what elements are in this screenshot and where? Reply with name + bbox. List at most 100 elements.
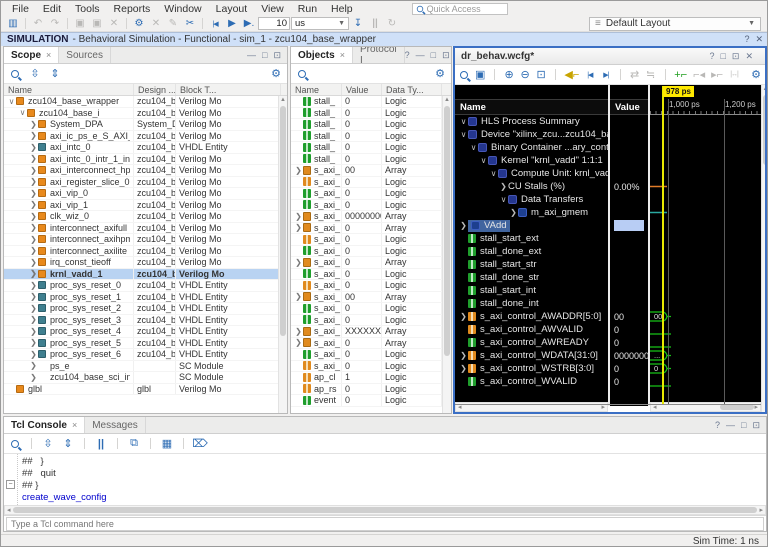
wave-signal-row[interactable]: stall_start_str — [455, 258, 608, 271]
expander-icon[interactable]: ❯ — [29, 350, 38, 359]
float-icon[interactable]: ⊡ — [732, 51, 740, 62]
float-icon[interactable]: ⊡ — [442, 50, 450, 61]
minimize-icon[interactable]: — — [726, 420, 735, 430]
objects-row[interactable]: stall_0Logic — [291, 119, 451, 131]
maximize-icon[interactable]: □ — [431, 50, 436, 60]
wave-cursor[interactable] — [662, 86, 664, 404]
objects-row[interactable]: ❯s_axi_XXXXXXXXArray — [291, 326, 451, 338]
scope-row[interactable]: ❯axi_vip_0zcu104_baVerilog Mo — [4, 188, 287, 200]
minimize-icon[interactable]: — — [416, 50, 425, 60]
column-header-1[interactable]: Value — [342, 84, 382, 95]
col-separator[interactable] — [648, 85, 650, 406]
close-icon[interactable]: × — [72, 420, 77, 430]
wave-signal-row[interactable]: ❯VAdd — [455, 219, 608, 232]
scope-row[interactable]: ❯interconnect_axihpm0fpzcu104_baVerilog … — [4, 234, 287, 246]
pause-icon[interactable]: || — [367, 17, 383, 31]
tab-objects[interactable]: Objects× — [291, 47, 353, 63]
expander-icon[interactable]: ❯ — [29, 223, 38, 232]
scope-row[interactable]: ❯proc_sys_reset_2zcu104_baVHDL Entity — [4, 303, 287, 315]
objects-row[interactable]: ❯s_axi_0Array — [291, 257, 451, 269]
expander-icon[interactable]: ∨ — [459, 117, 468, 126]
save-wave-config-icon[interactable]: ▣ — [475, 68, 485, 82]
expander-icon[interactable]: ❯ — [29, 292, 38, 301]
menu-layout[interactable]: Layout — [209, 3, 255, 15]
scope-row[interactable]: ❯krnl_vadd_1zcu104_baVerilog Mo — [4, 269, 287, 281]
expander-icon[interactable]: ❯ — [459, 351, 468, 360]
col-separator[interactable] — [608, 85, 610, 406]
close-icon[interactable]: ✕ — [106, 17, 122, 31]
help-icon[interactable]: ? — [405, 50, 410, 60]
expander-icon[interactable]: ❯ — [29, 235, 38, 244]
expander-icon[interactable]: ❯ — [29, 327, 38, 336]
wave-signal-row[interactable]: ❯s_axi_control_WSTRB[3:0] — [455, 362, 608, 375]
float-icon[interactable]: ⊡ — [273, 50, 281, 61]
expander-icon[interactable]: ∨ — [489, 169, 498, 178]
tcl-hscrollbar[interactable]: ◂ ▸ — [4, 505, 766, 515]
objects-row[interactable]: s_axi_0Logic — [291, 177, 451, 189]
relaunch-icon[interactable]: ↻ — [384, 17, 400, 31]
maximize-icon[interactable]: □ — [262, 50, 267, 60]
expander-icon[interactable]: ❯ — [29, 143, 38, 152]
column-header-2[interactable]: Block T... — [176, 84, 281, 95]
tab-scope[interactable]: Scope× — [4, 47, 59, 63]
wave-signal-row[interactable]: s_axi_control_AWVALID — [455, 323, 608, 336]
column-header-2[interactable]: Data Ty... — [382, 84, 442, 95]
run-time-input[interactable] — [258, 17, 290, 30]
scope-vscrollbar[interactable]: ▲ — [278, 96, 287, 413]
back-icon[interactable]: ↶ — [30, 17, 46, 31]
scope-row[interactable]: ❯ps_eSC Module — [4, 361, 287, 373]
step-icon[interactable]: ↧ — [350, 17, 366, 31]
objects-row[interactable]: stall_0Logic — [291, 108, 451, 120]
close-icon[interactable]: ✕ — [755, 34, 763, 45]
search-icon[interactable] — [295, 67, 309, 81]
scope-row[interactable]: ❯irq_const_tieoffzcu104_baVerilog Mo — [4, 257, 287, 269]
expander-icon[interactable]: ❯ — [29, 120, 38, 129]
objects-row[interactable]: ❯s_axi_00Array — [291, 165, 451, 177]
expander-icon[interactable]: ∨ — [499, 195, 508, 204]
expander-icon[interactable]: ❯ — [29, 338, 38, 347]
wave-trace-row[interactable] — [650, 219, 761, 232]
wave-trace-row[interactable] — [650, 323, 761, 336]
close-icon[interactable]: × — [46, 50, 51, 60]
wave-trace-row[interactable] — [650, 297, 761, 310]
expander-icon[interactable]: ❯ — [29, 315, 38, 324]
menu-window[interactable]: Window — [157, 3, 208, 15]
expander-icon[interactable]: ∨ — [18, 108, 27, 117]
objects-row[interactable]: ❯s_axi_0Array — [291, 338, 451, 350]
expander-icon[interactable]: ∨ — [469, 143, 478, 152]
wave-trace-row[interactable] — [650, 375, 761, 388]
objects-row[interactable]: s_axi_0Logic — [291, 361, 451, 373]
wave-signal-row[interactable]: ❯CU Stalls (%) — [455, 180, 608, 193]
wave-signal-row[interactable]: ❯s_axi_control_WDATA[31:0] — [455, 349, 608, 362]
add-marker-icon[interactable]: +⌐ — [674, 68, 687, 82]
scope-row[interactable]: ❯proc_sys_reset_6zcu104_baVHDL Entity — [4, 349, 287, 361]
expander-icon[interactable]: ❯ — [499, 182, 508, 191]
scroll-left-icon[interactable]: ◂ — [7, 506, 11, 514]
wave-trace-row[interactable] — [650, 167, 761, 180]
wave-signal-row[interactable]: ❯s_axi_control_AWADDR[5:0] — [455, 310, 608, 323]
open-recent-icon[interactable]: ▥ — [5, 17, 21, 31]
wave-signal-row[interactable]: s_axi_control_AWREADY — [455, 336, 608, 349]
previous-marker-icon[interactable]: ⌐◂ — [693, 68, 705, 82]
time-unit-select[interactable]: us ▼ — [291, 17, 349, 30]
wave-signal-row[interactable]: stall_start_int — [455, 284, 608, 297]
expander-icon[interactable]: ❯ — [459, 221, 468, 230]
expander-icon[interactable]: ❯ — [29, 373, 38, 382]
expander-icon[interactable]: ❯ — [29, 166, 38, 175]
objects-row[interactable]: event0Logic — [291, 395, 451, 407]
expand-all-icon[interactable]: ⇕ — [61, 437, 75, 451]
objects-row[interactable]: s_axi_0Logic — [291, 246, 451, 258]
scope-row[interactable]: ❯interconnect_axifullzcu104_baVerilog Mo — [4, 223, 287, 235]
scope-row[interactable]: ❯clk_wiz_0zcu104_baVerilog Mo — [4, 211, 287, 223]
expander-icon[interactable]: ❯ — [294, 338, 303, 347]
maximize-icon[interactable]: □ — [720, 51, 725, 61]
expander-icon[interactable]: ∨ — [7, 97, 16, 106]
pause-output-icon[interactable]: || — [94, 437, 108, 451]
expander-icon[interactable]: ❯ — [509, 208, 518, 217]
objects-row[interactable]: ❯s_axi_00Array — [291, 292, 451, 304]
wave-signal-row[interactable]: ❯m_axi_gmem — [455, 206, 608, 219]
fold-icon[interactable]: − — [6, 480, 15, 489]
objects-row[interactable]: s_axi_0Logic — [291, 234, 451, 246]
fit-markers-icon[interactable]: |↔| — [729, 68, 739, 82]
wave-trace-row[interactable] — [650, 336, 761, 349]
